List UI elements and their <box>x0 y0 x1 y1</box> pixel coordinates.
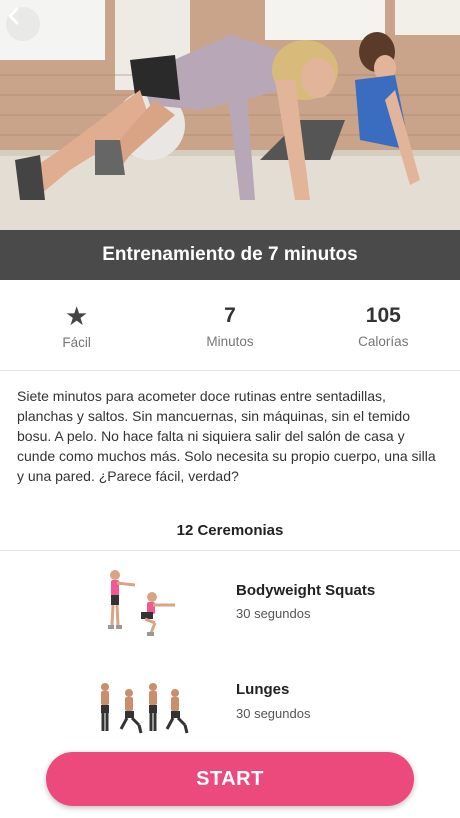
stat-calories-value: 105 <box>365 303 401 327</box>
exercise-name: Bodyweight Squats <box>236 582 376 599</box>
stat-minutes-label: Minutos <box>206 333 254 349</box>
workout-photo <box>0 0 460 230</box>
start-button[interactable]: START <box>46 752 414 806</box>
lunge-illustration <box>95 670 195 750</box>
squat-illustration <box>95 565 195 645</box>
stat-calories: 105 Calorías <box>307 280 460 370</box>
page-title: Entrenamiento de 7 minutos <box>0 230 460 280</box>
star-icon: ★ <box>65 300 89 331</box>
exercise-duration: 30 segundos <box>236 606 311 621</box>
stat-minutes-value: 7 <box>224 303 236 327</box>
page-title-text: Entrenamiento de 7 minutos <box>102 244 358 265</box>
stat-minutes: 7 Minutos <box>153 280 306 370</box>
exercises-section-title-text: 12 Ceremonias <box>176 521 284 539</box>
stat-difficulty: ★ Fácil <box>0 280 153 370</box>
exercise-item-lunges[interactable]: Lunges 30 segundos <box>0 670 460 760</box>
start-button-label: START <box>196 767 264 790</box>
exercise-duration: 30 segundos <box>236 706 311 721</box>
back-button[interactable] <box>6 7 40 41</box>
stats-row: ★ Fácil 7 Minutos 105 Calorías <box>0 280 460 371</box>
workout-description: Siete minutos para acometer doce rutinas… <box>17 388 436 484</box>
stat-difficulty-label: Fácil <box>62 334 91 350</box>
stat-calories-label: Calorías <box>358 333 409 349</box>
hero-image <box>0 0 460 230</box>
exercise-item-squats[interactable]: Bodyweight Squats 30 segundos <box>0 565 460 655</box>
exercise-name: Lunges <box>236 681 290 698</box>
exercises-section-title: 12 Ceremonias <box>0 510 460 551</box>
